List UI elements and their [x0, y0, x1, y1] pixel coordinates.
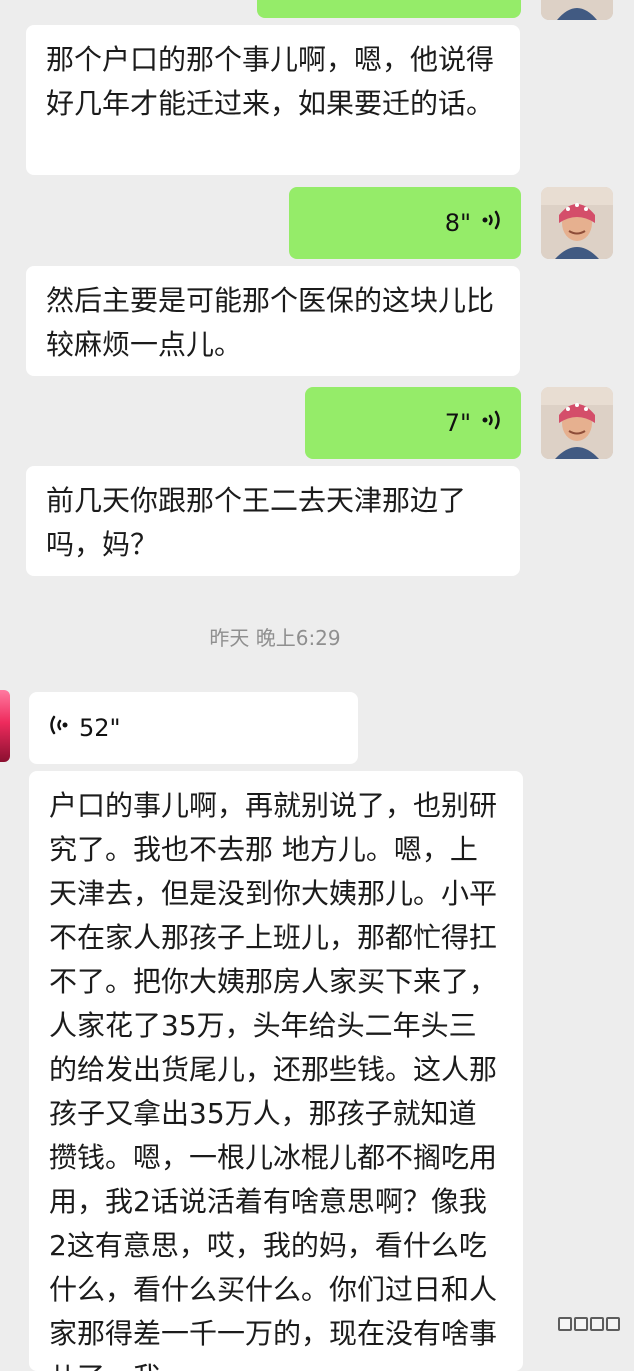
avatar-top-partial[interactable]	[541, 0, 613, 20]
voice-duration: 8"	[444, 209, 471, 237]
avatar-left-partial[interactable]	[0, 690, 10, 762]
avatar-icon	[541, 0, 613, 20]
message-text: 那个户口的那个事儿啊，嗯，他说得好几年才能迁过来，如果要迁的话。	[46, 43, 495, 120]
avatar-icon	[541, 387, 613, 459]
voice-duration: 52"	[79, 714, 121, 742]
voice-meta: 52"	[47, 692, 121, 764]
avatar-right-2[interactable]	[541, 387, 613, 459]
avatar-icon	[541, 187, 613, 259]
watermark	[558, 1317, 620, 1331]
watermark-block	[558, 1317, 572, 1331]
outgoing-voice-message-2[interactable]: 7"	[305, 387, 521, 459]
incoming-text-message-1[interactable]: 那个户口的那个事儿啊，嗯，他说得好几年才能迁过来，如果要迁的话。	[26, 25, 520, 175]
voice-wave-icon	[481, 206, 503, 240]
voice-meta: 8"	[445, 187, 503, 259]
incoming-text-message-4[interactable]: 户口的事儿啊，再就别说了，也别研究了。我也不去那 地方儿。嗯，上天津去，但是没到…	[29, 771, 523, 1371]
message-text: 然后主要是可能那个医保的这块儿比较麻烦一点儿。	[46, 284, 495, 361]
timestamp: 昨天 晚上6:29	[209, 626, 341, 650]
voice-meta: 7"	[445, 387, 503, 459]
voice-duration: 7"	[444, 409, 471, 437]
watermark-block	[574, 1317, 588, 1331]
voice-wave-icon	[47, 711, 69, 745]
watermark-block	[590, 1317, 604, 1331]
message-text: 前几天你跟那个王二去天津那边了吗，妈？	[46, 484, 467, 561]
incoming-voice-message[interactable]: 52"	[29, 692, 358, 764]
outgoing-bubble-top-partial[interactable]	[257, 0, 521, 18]
message-text: 户口的事儿啊，再就别说了，也别研究了。我也不去那 地方儿。嗯，上天津去，但是没到…	[49, 789, 498, 1371]
avatar-right-1[interactable]	[541, 187, 613, 259]
watermark-block	[606, 1317, 620, 1331]
chat-screen: 那个户口的那个事儿啊，嗯，他说得好几年才能迁过来，如果要迁的话。 8" 然后主要…	[0, 0, 634, 1371]
incoming-text-message-2[interactable]: 然后主要是可能那个医保的这块儿比较麻烦一点儿。	[26, 266, 520, 376]
voice-wave-icon	[481, 406, 503, 440]
outgoing-voice-message-1[interactable]: 8"	[289, 187, 521, 259]
incoming-text-message-3[interactable]: 前几天你跟那个王二去天津那边了吗，妈？	[26, 466, 520, 576]
